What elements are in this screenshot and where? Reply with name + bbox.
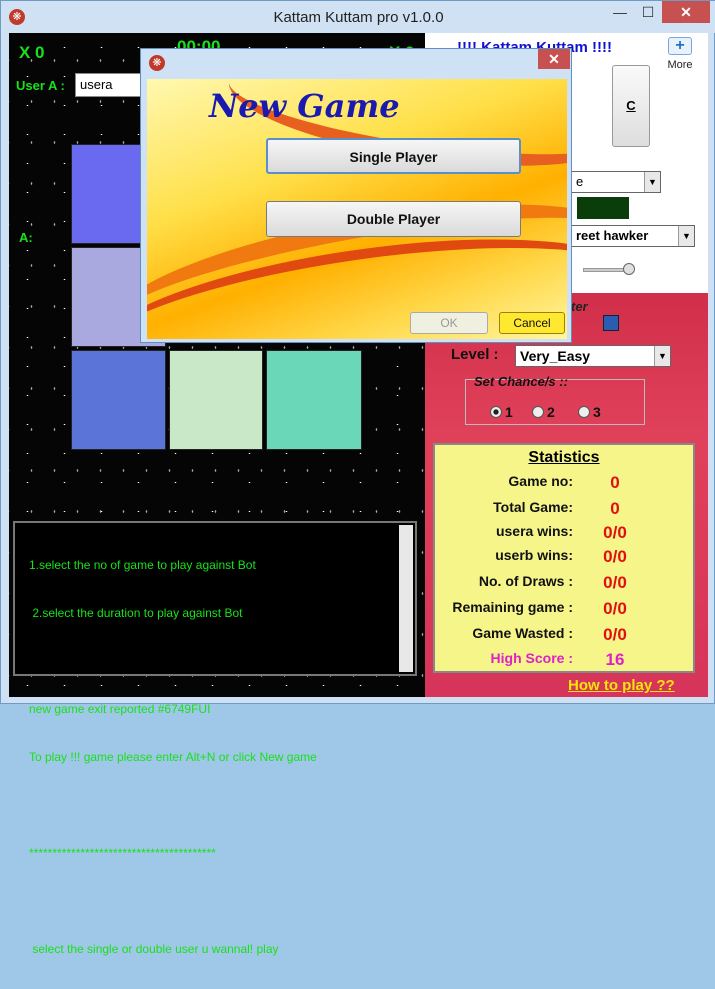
ok-button[interactable]: OK	[410, 312, 488, 334]
chance-label: 1	[505, 404, 513, 420]
stat-value: 16	[605, 650, 625, 669]
save-icon[interactable]	[603, 315, 619, 331]
stat-label: usera wins:	[495, 523, 573, 539]
song-select[interactable]: reet hawker ▼	[571, 225, 695, 247]
app-logo-icon: ❋	[149, 55, 165, 71]
stat-label: No. of Draws :	[478, 573, 573, 589]
theme-select[interactable]: e ▼	[571, 171, 661, 193]
more-label: More	[667, 59, 693, 71]
stat-label: userb wins:	[495, 547, 573, 563]
stat-label: Total Game:	[493, 499, 573, 515]
stat-label: Remaining game :	[452, 599, 573, 615]
chevron-down-icon: ▼	[644, 172, 660, 192]
theme-select-value: e	[576, 174, 584, 189]
radio-icon	[532, 406, 544, 418]
log-line: ****************************************	[29, 846, 216, 860]
chevron-down-icon: ▼	[654, 346, 670, 366]
partial-label: ter	[571, 299, 588, 314]
stat-label: Game Wasted :	[472, 625, 573, 641]
board-cell[interactable]	[169, 350, 263, 450]
log-line: new game exit reported #6749FUI	[29, 702, 211, 716]
double-player-button[interactable]: Double Player	[266, 201, 521, 237]
user-a-label: User A :	[16, 78, 65, 93]
equalizer-visual	[577, 197, 629, 219]
minimize-button[interactable]: —	[606, 1, 634, 23]
volume-slider-knob[interactable]	[623, 263, 635, 275]
close-button[interactable]: ✕	[662, 1, 710, 23]
stat-row: Game Wasted : 0/0	[435, 625, 693, 647]
dialog-heading: New Game	[209, 87, 400, 125]
stat-row: No. of Draws : 0/0	[435, 573, 693, 595]
radio-icon	[578, 406, 590, 418]
level-select-value: Very_Easy	[520, 348, 591, 364]
cancel-button[interactable]: Cancel	[499, 312, 565, 334]
stat-value: 0/0	[603, 523, 627, 542]
level-select[interactable]: Very_Easy ▼	[515, 345, 671, 367]
board-cell[interactable]	[71, 350, 166, 450]
message-log: 1.select the no of game to play against …	[13, 521, 417, 956]
stat-value: 0/0	[603, 599, 627, 618]
log-scrollbar[interactable]	[399, 525, 413, 672]
stat-row: Total Game: 0	[435, 499, 693, 521]
stat-row: Remaining game : 0/0	[435, 599, 693, 621]
player-a-label: A:	[19, 230, 33, 245]
dialog-body: New Game Single Player Double Player OK …	[147, 79, 567, 339]
dialog-close-button[interactable]: ✕	[538, 49, 570, 69]
single-player-button[interactable]: Single Player	[266, 138, 521, 174]
stat-row-high-score: High Score : 16	[435, 650, 693, 672]
log-line: 2.select the duration to play against Bo…	[29, 606, 243, 620]
chance-radio-2[interactable]: 2	[532, 404, 555, 420]
chance-radio-1[interactable]: 1	[490, 404, 513, 420]
level-label: Level :	[451, 346, 499, 363]
chevron-down-icon: ▼	[678, 226, 694, 246]
chance-radio-3[interactable]: 3	[578, 404, 601, 420]
plus-icon: +	[668, 37, 692, 55]
c-button[interactable]: C	[612, 65, 650, 147]
new-game-dialog: ❋ ✕ New Game Single Player Double Player…	[140, 48, 572, 343]
log-line: To play !!! game please enter Alt+N or c…	[29, 750, 317, 764]
chance-label: 2	[547, 404, 555, 420]
statistics-title: Statistics	[528, 449, 600, 466]
statistics-panel: Statistics Game no: 0 Total Game: 0 user…	[433, 443, 695, 673]
chances-label: Set Chance/s ::	[474, 374, 568, 389]
score-x: X 0	[19, 43, 45, 62]
board-cell[interactable]	[266, 350, 362, 450]
chance-label: 3	[593, 404, 601, 420]
stat-value: 0	[610, 473, 620, 492]
stat-row: userb wins: 0/0	[435, 547, 693, 569]
stat-label: Game no:	[508, 473, 573, 489]
stat-row: Game no: 0	[435, 473, 693, 495]
how-to-play-link[interactable]: How to play ??	[568, 677, 675, 694]
stat-label: High Score :	[490, 650, 573, 666]
radio-selected-icon	[490, 406, 502, 418]
stat-row: usera wins: 0/0	[435, 523, 693, 545]
log-line: 1.select the no of game to play against …	[29, 558, 256, 572]
song-select-value: reet hawker	[576, 228, 649, 243]
maximize-button[interactable]: ☐	[634, 1, 662, 23]
log-text: 1.select the no of game to play against …	[29, 525, 389, 989]
stat-value: 0/0	[603, 625, 627, 644]
main-window: ❋ Kattam Kuttam pro v1.0.0 — ☐ ✕ X 0 00:…	[0, 0, 715, 956]
stat-value: 0/0	[603, 573, 627, 592]
title-bar: ❋ Kattam Kuttam pro v1.0.0 — ☐ ✕	[1, 1, 715, 33]
stat-value: 0	[610, 499, 620, 518]
chances-group: Set Chance/s :: 1 2 3	[465, 374, 645, 425]
log-line: select the single or double user u wanna…	[29, 942, 279, 956]
stat-value: 0/0	[603, 547, 627, 566]
more-button[interactable]: + More	[659, 37, 701, 77]
